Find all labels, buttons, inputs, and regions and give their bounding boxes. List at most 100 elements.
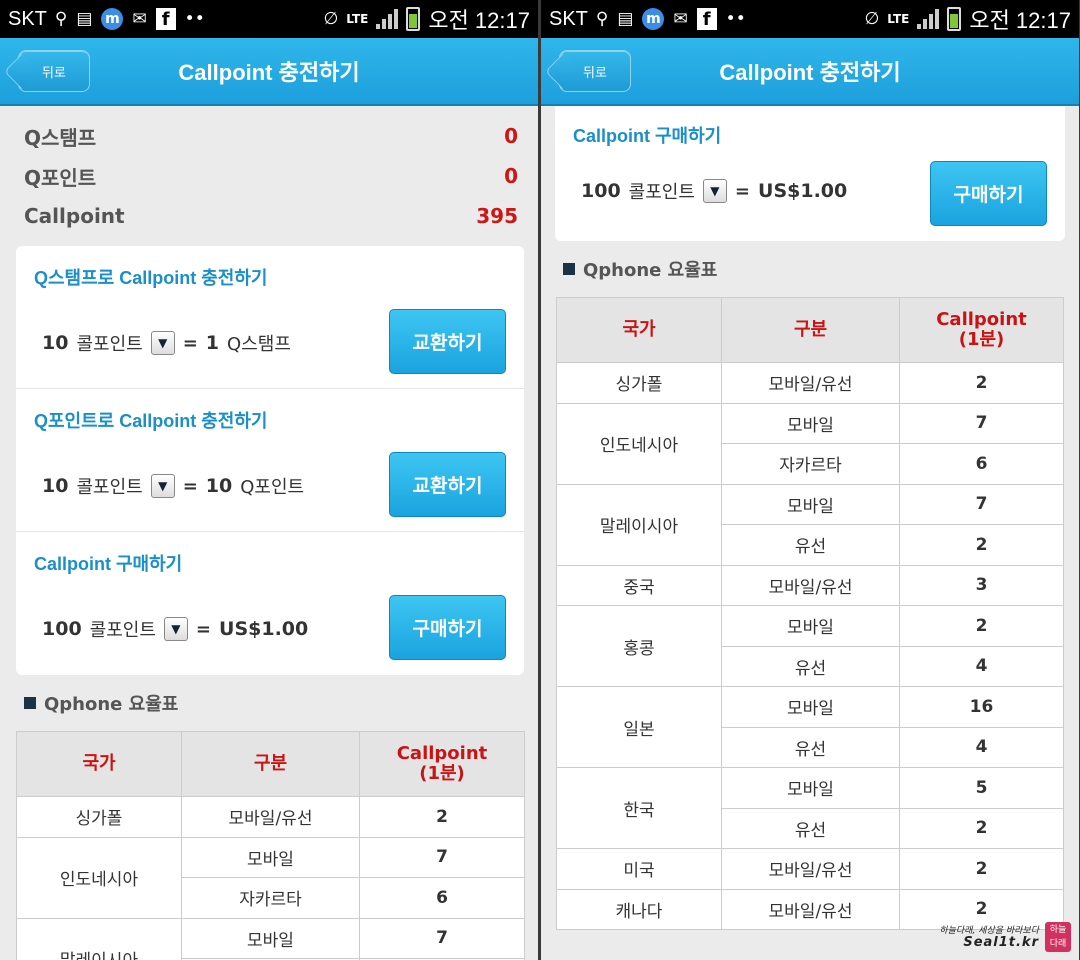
table-row: 일본 모바일 16: [556, 686, 1064, 768]
purchase-button[interactable]: 구매하기: [930, 161, 1047, 226]
callpoint-cell: 2: [899, 524, 1064, 566]
table-header-row: 국가 구분 Callpoint (1분): [16, 731, 525, 797]
exchange-button[interactable]: 교환하기: [389, 452, 506, 517]
dots-icon: ••: [725, 9, 746, 29]
callpoint-cell: 7: [359, 836, 525, 878]
unit-label: 콜포인트: [76, 477, 143, 498]
lte-icon: LTE: [887, 11, 910, 26]
quantity-value: 10: [42, 332, 69, 354]
type-cell: 유선: [721, 524, 900, 566]
signal-icon: [917, 9, 940, 29]
result-unit: Q포인트: [240, 477, 305, 498]
back-button[interactable]: 뒤로: [18, 50, 90, 92]
quantity-select[interactable]: ▼: [702, 179, 727, 203]
watermark-logo: 하늘 다래: [1045, 922, 1071, 952]
watermark-text: 하늘다래, 세상을 바라보다 Seal1t.kr: [939, 925, 1039, 949]
gallery-icon: ▤: [617, 9, 634, 29]
type-cell: 모바일/유선: [721, 564, 900, 606]
callpoint-cell: 7: [899, 402, 1064, 444]
clock: 오전 12:17: [428, 8, 530, 33]
callpoint-cell: 6: [899, 443, 1064, 485]
m-app-icon: m: [642, 8, 665, 30]
carrier-label: SKT: [8, 7, 47, 30]
page-title: Callpoint 충전하기: [178, 60, 360, 85]
title-bar: 뒤로 Callpoint 충전하기: [0, 38, 538, 106]
header-callpoint: Callpoint (1분): [359, 731, 525, 797]
header-country: 국가: [556, 297, 722, 363]
m-app-icon: m: [101, 8, 124, 30]
table-row: 싱가폴 모바일/유선 2: [16, 796, 525, 838]
left-screen: SKT ⚲ ▤ m ✉ f •• ∅ LTE 오전 12:17 뒤로 Callp…: [0, 0, 538, 960]
signal-icon: [376, 9, 399, 29]
exchange-button[interactable]: 교환하기: [389, 309, 506, 374]
callpoint-cell: 2: [899, 848, 1064, 890]
gallery-icon: ▤: [76, 9, 93, 29]
mute-icon: ∅: [323, 9, 339, 29]
rate-table-heading: Qphone 요율표: [541, 241, 1079, 297]
table-row: 미국 모바일/유선 2: [556, 848, 1064, 890]
country-cell: 중국: [556, 564, 722, 606]
mail-icon: ✉: [673, 9, 688, 29]
table-row: 홍콩 모바일 2: [556, 605, 1064, 687]
exchange-line: 10 콜포인트 ▼ = 10 Q포인트: [42, 473, 304, 499]
type-cell: 모바일: [721, 767, 900, 809]
table-row: 한국 모바일 5: [556, 767, 1064, 849]
facebook-icon: f: [155, 8, 176, 30]
section-title: Callpoint 구매하기: [34, 554, 183, 574]
header-callpoint-label: Callpoint: [936, 309, 1027, 330]
section-callpoint-purchase: Callpoint 구매하기 100 콜포인트 ▼ = US$1.00 구매하기: [16, 532, 524, 675]
result-number: 1: [205, 332, 220, 354]
battery-icon: [406, 7, 421, 31]
table-row: 인도네시아 모바일 7: [556, 402, 1064, 485]
quantity-value: 100: [42, 618, 82, 640]
equals-sign: =: [734, 180, 751, 202]
quantity-select[interactable]: ▼: [150, 474, 175, 498]
unit-label: 콜포인트: [76, 334, 143, 355]
back-button[interactable]: 뒤로: [559, 50, 631, 92]
watermark: 하늘다래, 세상을 바라보다 Seal1t.kr 하늘 다래: [939, 922, 1071, 952]
type-cell: 모바일: [181, 917, 360, 959]
header-per-minute: (1분): [958, 329, 1005, 350]
callpoint-cell: 2: [899, 605, 1064, 647]
section-title: Q포인트로 Callpoint 충전하기: [34, 411, 268, 431]
balance-row-qstamp: Q스탬프 0: [24, 116, 518, 156]
header-type: 구분: [721, 297, 900, 363]
back-button-label: 뒤로: [583, 65, 607, 81]
title-bar: 뒤로 Callpoint 충전하기: [541, 38, 1079, 106]
quantity-select[interactable]: ▼: [163, 617, 188, 641]
header-per-minute: (1분): [419, 763, 465, 784]
type-cell: 모바일: [721, 483, 900, 525]
page-title: Callpoint 충전하기: [719, 60, 901, 85]
price-value: US$1.00: [219, 618, 309, 640]
country-cell: 말레이시아: [556, 483, 722, 566]
purchase-line: 100 콜포인트 ▼ = US$1.00: [581, 178, 847, 204]
rate-table: 국가 구분 Callpoint (1분) 싱가폴 모바일/유선 2 인도네시아 모…: [556, 297, 1064, 930]
type-cell: 모바일/유선: [721, 362, 900, 404]
watermark-site: Seal1t.kr: [963, 935, 1039, 950]
purchase-card: Callpoint 구매하기 100 콜포인트 ▼ = US$1.00 구매하기: [555, 106, 1065, 241]
quantity-value: 10: [42, 475, 69, 497]
result-number: 10: [205, 475, 233, 497]
balance-label: Callpoint: [24, 204, 125, 228]
header-type: 구분: [181, 731, 360, 797]
callpoint-cell: 7: [899, 483, 1064, 525]
quantity-select[interactable]: ▼: [150, 331, 175, 355]
type-cell: 자카르타: [721, 443, 900, 485]
unit-label: 콜포인트: [628, 182, 695, 203]
facebook-icon: f: [696, 8, 717, 30]
rate-table-title: Qphone 요율표: [583, 260, 718, 281]
callpoint-cell: 2: [899, 807, 1064, 849]
balance-value: 395: [476, 204, 518, 228]
quantity-value: 100: [581, 180, 621, 202]
table-row: 인도네시아 모바일 7: [16, 836, 525, 919]
callpoint-cell: 4: [899, 726, 1064, 768]
type-cell: 모바일/유선: [721, 848, 900, 890]
type-cell: 자카르타: [181, 877, 360, 919]
purchase-button[interactable]: 구매하기: [389, 595, 506, 660]
section-qstamp-exchange: Q스탬프로 Callpoint 충전하기 10 콜포인트 ▼ = 1 Q스탬프 …: [16, 246, 524, 389]
clock: 오전 12:17: [969, 8, 1071, 33]
status-bar: SKT ⚲ ▤ m ✉ f •• ∅ LTE 오전 12:17: [0, 0, 538, 38]
balance-value: 0: [504, 164, 518, 188]
rate-table-title: Qphone 요율표: [44, 694, 179, 715]
purchase-line: 100 콜포인트 ▼ = US$1.00: [42, 616, 308, 642]
